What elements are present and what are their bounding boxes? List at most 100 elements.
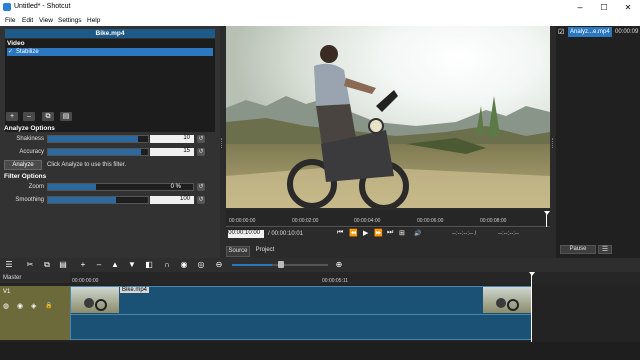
copy-filter-button[interactable]: ⧉ — [42, 112, 54, 121]
paste-icon[interactable]: ▤ — [57, 260, 69, 269]
video-frame-image — [226, 26, 550, 208]
composite-icon[interactable]: ◈ — [31, 302, 36, 310]
shakiness-spinbox[interactable]: 10 — [150, 135, 194, 143]
in-point-timecode: --:--:--:-- / — [452, 231, 477, 237]
clip-thumb-end-image — [496, 298, 519, 311]
player-ruler[interactable]: 00:00:00:00 00:00:02:00 00:00:04:00 00:0… — [226, 210, 550, 228]
accuracy-reset-icon[interactable]: ↺ — [197, 148, 205, 156]
fast-forward-icon[interactable]: ⏩ — [374, 229, 383, 237]
timeline-playhead-icon[interactable] — [529, 272, 535, 276]
timeline-tick-mid: 00:00:05:11 — [322, 278, 349, 284]
checkmark-icon[interactable]: ✓ — [8, 48, 13, 55]
skip-end-icon[interactable]: ⏭ — [387, 229, 393, 237]
zoom-track-fill — [232, 264, 273, 266]
timeline-ruler[interactable]: 00:00:00:00 00:00:05:11 — [70, 272, 640, 284]
paste-filter-button[interactable]: ▤ — [60, 112, 72, 121]
filter-item-label: Stabilize — [16, 49, 39, 55]
close-button[interactable]: ✕ — [616, 0, 640, 15]
filter-item-stabilize[interactable]: ✓ Stabilize — [7, 48, 213, 56]
shakiness-label: Shakiness — [16, 136, 44, 142]
remove-icon[interactable]: – — [93, 260, 105, 269]
zoom-handle[interactable] — [278, 261, 284, 268]
timeline-clip[interactable]: Bike.mp4 — [70, 286, 532, 340]
mute-icon[interactable]: ◍ — [3, 302, 9, 310]
timeline-menu-icon[interactable]: ☰ — [3, 260, 15, 269]
accuracy-fill — [48, 149, 141, 155]
tab-project[interactable]: Project — [252, 246, 278, 257]
master-label: Master — [3, 275, 22, 281]
playlist-item[interactable]: ☑ Analyz...e.mp4 00:00:09 — [558, 27, 640, 38]
analyze-hint: Click Analyze to use this filter. — [47, 162, 127, 168]
position-timecode[interactable]: 00:00:10:00 — [228, 230, 264, 238]
smoothing-slider[interactable] — [47, 196, 149, 204]
playlist-menu-icon[interactable]: ☰ — [598, 245, 612, 254]
transport-bar: 00:00:10:00 / 00:00:10:01 ⏮ ⏪ ▶ ⏩ ⏭ ⊞ 🔊 … — [226, 228, 550, 240]
split-icon[interactable]: ◧ — [143, 260, 155, 269]
play-icon[interactable]: ▶ — [363, 229, 368, 237]
scrub-icon[interactable]: ◉ — [178, 260, 190, 269]
tab-source[interactable]: Source — [226, 246, 250, 257]
panel-splitter-right[interactable] — [552, 138, 554, 148]
menu-file[interactable]: File — [5, 17, 15, 24]
accuracy-spinbox[interactable]: 15 — [150, 148, 194, 156]
video-preview — [226, 26, 550, 208]
filter-clip-header: Bike.mp4 — [5, 29, 215, 38]
zoom-reset-icon[interactable]: ↺ — [197, 183, 205, 191]
clip-thumb-start — [71, 287, 119, 313]
pause-button[interactable]: Pause — [560, 245, 596, 254]
playlist-item-duration: 00:00:09 — [615, 29, 639, 35]
copy-icon[interactable]: ⧉ — [41, 260, 53, 270]
title-bar: Untitled* - Shotcut – ☐ ✕ — [0, 0, 640, 15]
menu-help[interactable]: Help — [87, 17, 100, 24]
menu-view[interactable]: View — [39, 17, 53, 24]
analyze-options-title: Analyze Options — [4, 125, 55, 132]
shakiness-reset-icon[interactable]: ↺ — [197, 135, 205, 143]
rewind-icon[interactable]: ⏪ — [349, 229, 358, 237]
app-icon — [3, 3, 11, 11]
minimize-button[interactable]: – — [568, 0, 592, 15]
timeline-panel: Master 00:00:00:00 00:00:05:11 V1 ◍ ◉ ◈ … — [0, 272, 640, 360]
skip-start-icon[interactable]: ⏮ — [337, 229, 343, 237]
eye-icon[interactable]: ◉ — [17, 302, 23, 310]
player-tick-8: 00:00:08:00 — [480, 218, 507, 224]
menu-settings[interactable]: Settings — [58, 17, 82, 24]
smoothing-fill — [48, 197, 116, 203]
analyze-button[interactable]: Analyze — [4, 160, 42, 170]
zoom-in-icon[interactable]: ⊕ — [333, 260, 345, 269]
zoom-slider[interactable]: 0 % — [47, 183, 194, 191]
playhead-marker-icon[interactable] — [544, 211, 550, 215]
smoothing-reset-icon[interactable]: ↺ — [197, 196, 205, 204]
zoom-out-icon[interactable]: ⊖ — [213, 260, 225, 269]
playlist-panel: ☑ Analyz...e.mp4 00:00:09 Pause ☰ — [556, 26, 640, 258]
menu-edit[interactable]: Edit — [22, 17, 33, 24]
timeline-tick-start: 00:00:00:00 — [72, 278, 99, 284]
out-point-timecode: --:--:--:-- — [498, 231, 519, 237]
smoothing-spinbox[interactable]: 100 — [150, 196, 194, 204]
lift-icon[interactable]: ▲ — [109, 260, 121, 269]
ripple-icon[interactable]: ◎ — [195, 260, 207, 269]
maximize-button[interactable]: ☐ — [592, 0, 616, 15]
zoom-fill — [48, 184, 96, 190]
accuracy-slider[interactable] — [47, 148, 149, 156]
overwrite-icon[interactable]: ▼ — [126, 260, 138, 269]
filter-section-video: Video — [7, 40, 25, 47]
volume-icon[interactable]: 🔊 — [414, 230, 421, 237]
panel-splitter[interactable] — [221, 138, 223, 148]
add-filter-button[interactable]: + — [6, 112, 18, 121]
lock-icon[interactable]: 🔒 — [45, 302, 52, 309]
append-icon[interactable]: + — [77, 260, 89, 269]
shakiness-slider[interactable] — [47, 135, 149, 143]
timeline-empty-area — [0, 342, 640, 360]
player-tick-4: 00:00:04:00 — [354, 218, 381, 224]
remove-filter-button[interactable]: – — [23, 112, 35, 121]
player-tick-2: 00:00:02:00 — [292, 218, 319, 224]
snap-icon[interactable]: ∩ — [161, 260, 173, 269]
duration-timecode: / 00:00:10:01 — [268, 231, 304, 237]
master-header: Master — [0, 272, 70, 283]
grid-icon[interactable]: ⊞ — [399, 229, 405, 237]
checkbox-icon[interactable]: ☑ — [558, 28, 564, 36]
track-header-v1[interactable]: V1 ◍ ◉ ◈ 🔒 — [0, 286, 70, 340]
timeline-playhead[interactable] — [531, 272, 532, 342]
filters-panel: Bike.mp4 Video ✓ Stabilize + – ⧉ ▤ Analy… — [0, 26, 220, 274]
cut-icon[interactable]: ✂ — [24, 260, 36, 269]
